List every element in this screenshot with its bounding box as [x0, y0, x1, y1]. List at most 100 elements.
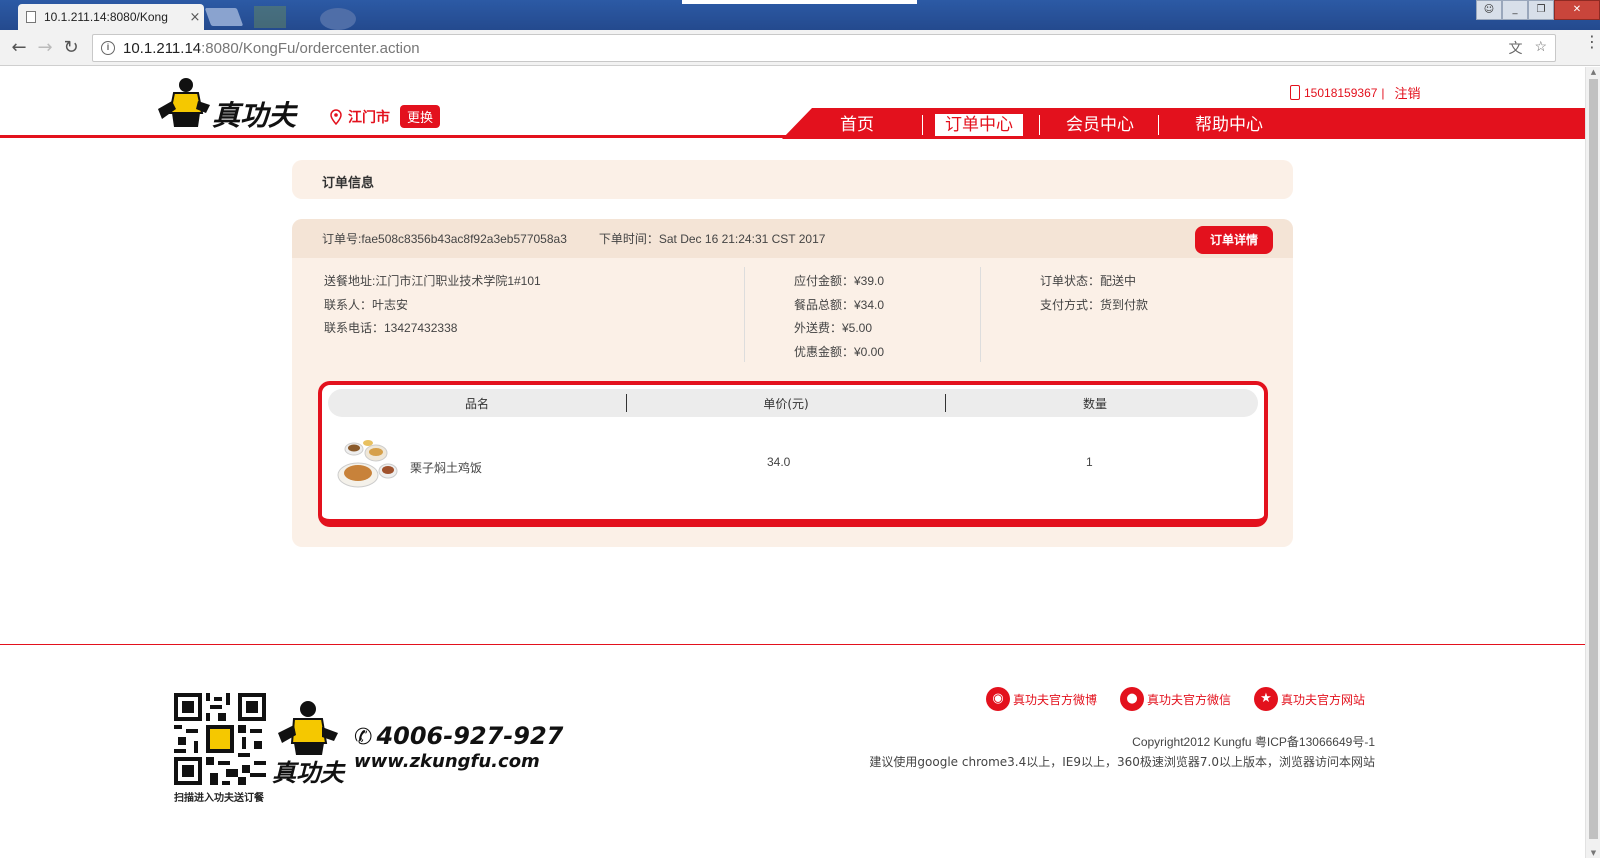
- browser-titlebar: 10.1.211.14:8080/Kong × ☺ _ ❐ ✕: [0, 0, 1600, 30]
- maximize-button[interactable]: ❐: [1528, 0, 1554, 20]
- url-host: 10.1.211.14: [123, 39, 202, 57]
- website-icon: ★: [1254, 687, 1278, 711]
- url-path: :8080/KongFu/ordercenter.action: [201, 39, 420, 57]
- change-city-button[interactable]: 更换: [400, 105, 441, 128]
- nav-help-center[interactable]: 帮助中心: [1185, 114, 1273, 136]
- separator: |: [1381, 85, 1385, 100]
- order-info-header: 订单信息: [292, 160, 1293, 199]
- order-number: 订单号:fae508c8356b43ac8f92a3eb577058a3: [322, 232, 567, 246]
- order-card: 订单号:fae508c8356b43ac8f92a3eb577058a3 下单时…: [292, 219, 1293, 547]
- nav-divider: [922, 115, 923, 135]
- user-phone[interactable]: 15018159367: [1304, 86, 1377, 100]
- tab-title: 10.1.211.14:8080/Kong: [44, 10, 168, 24]
- weibo-icon: ◉: [986, 687, 1010, 711]
- location-pin-icon: [330, 108, 342, 125]
- footer-website: www.zkungfu.com: [354, 751, 540, 772]
- wechat-icon: ●: [1120, 687, 1144, 711]
- payment-method: 支付方式：货到付款: [1040, 297, 1149, 312]
- user-info: 15018159367 | 注销: [1290, 83, 1421, 102]
- site-info-icon[interactable]: i: [101, 41, 115, 55]
- contact-person: 联系人：叶志安: [324, 297, 409, 312]
- order-status: 订单状态：配送中: [1040, 274, 1137, 288]
- nav-member-center[interactable]: 会员中心: [1056, 114, 1144, 136]
- column-header-name: 品名: [464, 396, 489, 411]
- payable-amount: 应付金额：¥39.0: [794, 274, 885, 288]
- desktop-background: [254, 6, 286, 28]
- phone-icon: [1290, 85, 1300, 100]
- delivery-info: 送餐地址:江门市江门职业技术学院1#101 联系人：叶志安 联系电话：13427…: [324, 270, 541, 341]
- social-website[interactable]: ★ 真功夫官方网站: [1254, 687, 1365, 711]
- tab-close-icon[interactable]: ×: [186, 10, 204, 25]
- page-content: 真功夫 江门市 更换 15018159367 | 注销 首页 订单中心 会员中心…: [0, 67, 1585, 858]
- item-name: 栗子焖土鸡饭: [410, 461, 483, 475]
- desktop-background-shape: [320, 8, 356, 30]
- nav-divider: [1158, 115, 1159, 135]
- column-header-price: 单价(元): [763, 396, 809, 411]
- forward-button[interactable]: →: [34, 37, 56, 59]
- copyright: Copyright2012 Kungfu 粤ICP备13066649号-1: [1132, 735, 1375, 749]
- city-name: 江门市: [348, 109, 390, 126]
- contact-phone: 联系电话：13427432338: [324, 321, 458, 335]
- page-icon: [26, 11, 36, 23]
- social-label: 真功夫官方微信: [1147, 692, 1232, 707]
- browser-tab[interactable]: 10.1.211.14:8080/Kong ×: [18, 4, 204, 30]
- social-label: 真功夫官方微博: [1013, 692, 1098, 707]
- table-row: 栗子焖土鸡饭 34.0 1: [332, 435, 1262, 495]
- payment-amounts: 应付金额：¥39.0 餐品总额：¥34.0 外送费：¥5.00 优惠金额：¥0.…: [794, 270, 884, 364]
- item-quantity: 1: [1086, 455, 1093, 469]
- order-card-header: 订单号:fae508c8356b43ac8f92a3eb577058a3 下单时…: [292, 219, 1293, 258]
- social-wechat[interactable]: ● 真功夫官方微信: [1120, 687, 1231, 711]
- scrollbar-thumb[interactable]: [1589, 79, 1598, 839]
- browser-menu-icon[interactable]: ⋮: [1584, 34, 1600, 50]
- back-button[interactable]: ←: [8, 37, 30, 59]
- scroll-up-icon[interactable]: ▲: [1586, 68, 1600, 76]
- table-header: 品名 单价(元) 数量: [328, 389, 1258, 417]
- meal-image: [337, 440, 398, 488]
- order-detail-button[interactable]: 订单详情: [1195, 226, 1273, 254]
- header-divider: [0, 135, 800, 138]
- column-divider: [744, 267, 745, 362]
- address-bar[interactable]: i 10.1.211.14 :8080/KongFu/ordercenter.a…: [92, 34, 1556, 62]
- delivery-address: 送餐地址:江门市江门职业技术学院1#101: [324, 274, 541, 288]
- scroll-down-icon[interactable]: ▼: [1586, 849, 1600, 857]
- social-label: 真功夫官方网站: [1281, 692, 1366, 707]
- column-header-qty: 数量: [1082, 396, 1107, 411]
- phone-icon: ✆: [354, 725, 373, 750]
- qr-caption: 扫描进入功夫送订餐: [174, 793, 264, 804]
- svg-text:真功夫: 真功夫: [272, 759, 346, 787]
- window-controls: ☺ _ ❐ ✕: [1476, 0, 1600, 20]
- nav-home[interactable]: 首页: [830, 114, 884, 136]
- logout-link[interactable]: 注销: [1395, 83, 1421, 102]
- nav-divider: [1039, 115, 1040, 135]
- bookmark-star-icon[interactable]: ☆: [1534, 38, 1547, 58]
- item-price: 34.0: [767, 455, 791, 469]
- kungfu-logo[interactable]: 真功夫: [148, 75, 303, 131]
- discount-amount: 优惠金额：¥0.00: [794, 344, 885, 359]
- delivery-fee: 外送费：¥5.00: [794, 321, 873, 335]
- profile-icon[interactable]: ☺: [1476, 0, 1502, 20]
- hotline-number: 4006-927-927: [376, 722, 564, 750]
- page-scrollbar[interactable]: ▲ ▼: [1585, 67, 1600, 858]
- hotline: ✆ 4006-927-927: [354, 722, 563, 750]
- main-nav: 首页 订单中心 会员中心 帮助中心: [830, 113, 1273, 137]
- translate-icon[interactable]: 文: [1508, 38, 1522, 58]
- close-window-button[interactable]: ✕: [1554, 0, 1600, 20]
- column-divider: [980, 267, 981, 362]
- mascot-icon: [158, 78, 210, 127]
- reload-button[interactable]: ↻: [60, 37, 82, 59]
- minimize-button[interactable]: _: [1502, 0, 1528, 20]
- order-time: 下单时间：Sat Dec 16 21:24:31 CST 2017: [598, 232, 826, 246]
- section-title: 订单信息: [322, 176, 375, 191]
- city-selector: 江门市 更换: [330, 105, 441, 128]
- footer-divider: [0, 644, 1585, 645]
- order-status-info: 订单状态：配送中 支付方式：货到付款: [1040, 270, 1148, 317]
- svg-text:真功夫: 真功夫: [212, 99, 299, 131]
- social-weibo[interactable]: ◉ 真功夫官方微博: [986, 687, 1097, 711]
- order-items-table: 品名 单价(元) 数量 栗子焖土鸡饭 34.0 1: [318, 381, 1268, 527]
- footer-mascot-logo: 真功夫: [272, 701, 346, 787]
- nav-order-center[interactable]: 订单中心: [935, 114, 1023, 136]
- browser-advice: 建议使用google chrome3.4以上，IE9以上，360极速浏览器7.0…: [869, 755, 1375, 769]
- items-total: 餐品总额：¥34.0: [794, 297, 885, 312]
- new-tab-button[interactable]: [204, 8, 244, 26]
- window-drag-area: [682, 0, 917, 4]
